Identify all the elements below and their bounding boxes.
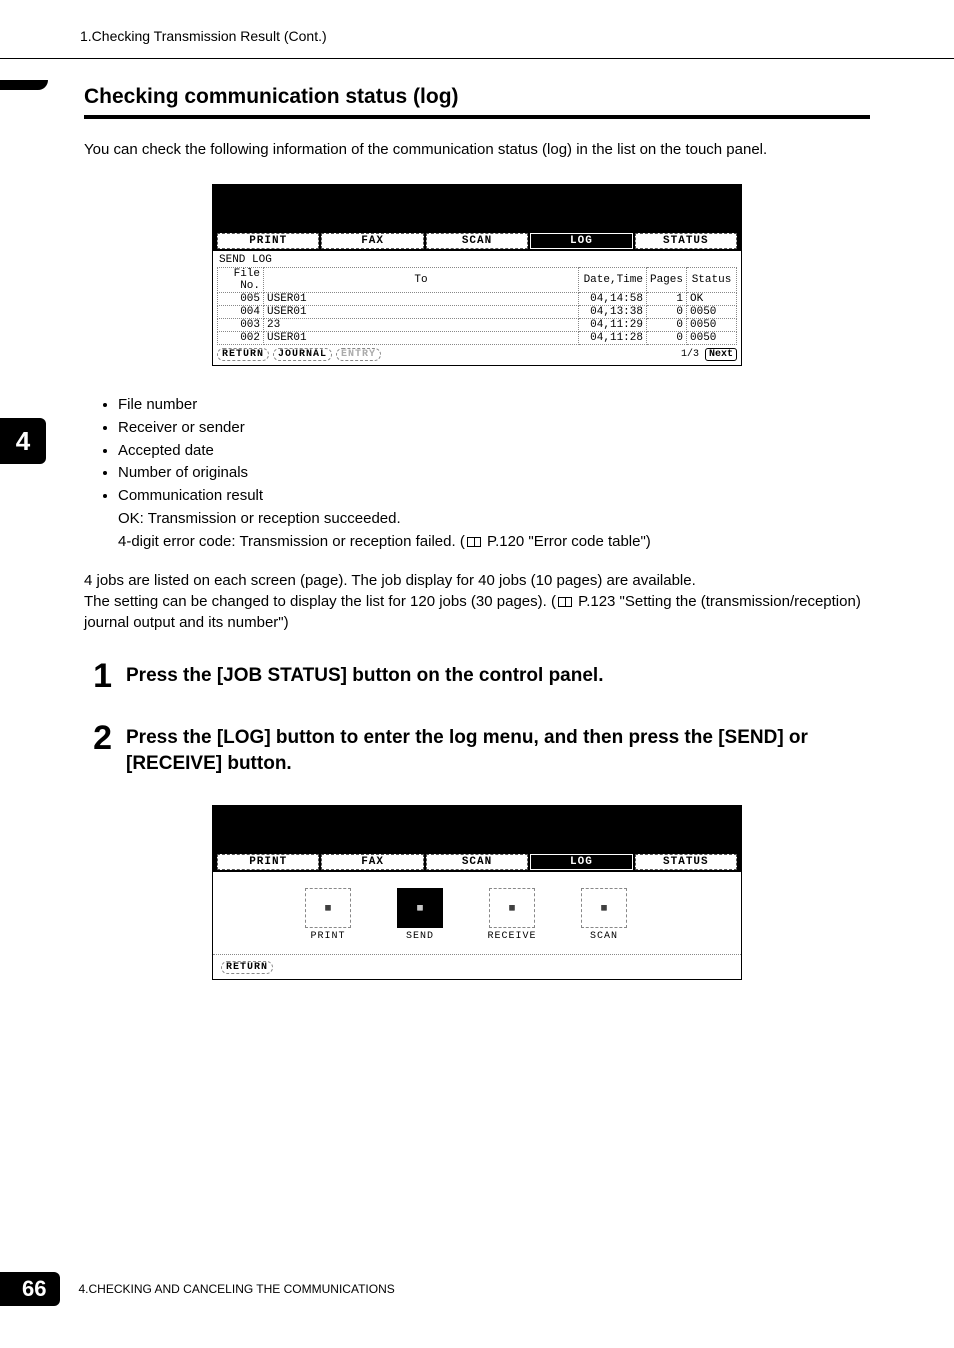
cell: 0	[646, 306, 686, 319]
cell: OK	[687, 293, 737, 306]
cell: 0050	[687, 306, 737, 319]
step-2: 2 Press the [LOG] button to enter the lo…	[84, 721, 870, 776]
tab-print[interactable]: PRINT	[217, 233, 319, 249]
list-item: Accepted date	[118, 440, 870, 462]
entry-button[interactable]: ENTRY	[336, 348, 381, 361]
column-header: Pages	[646, 268, 686, 293]
receive-icon: ▦	[489, 888, 535, 928]
table-row[interactable]: 005USER0104,14:581OK	[218, 293, 737, 306]
tab-print[interactable]: PRINT	[217, 854, 319, 870]
header-divider	[0, 58, 954, 59]
tab-fax[interactable]: FAX	[321, 233, 423, 249]
step-number: 1	[84, 659, 112, 693]
manual-reference-icon	[467, 537, 481, 547]
title-underline	[84, 115, 870, 119]
log-type-send[interactable]: ▦ SEND	[387, 888, 453, 942]
breadcrumb: 1.Checking Transmission Result (Cont.)	[0, 0, 954, 58]
cell: 005	[218, 293, 264, 306]
cell: USER01	[264, 306, 579, 319]
cell: 003	[218, 319, 264, 332]
log-type-receive[interactable]: ▦ RECEIVE	[479, 888, 545, 942]
icon-label: RECEIVE	[487, 931, 536, 942]
cell: 04,11:29	[578, 319, 646, 332]
cell: 004	[218, 306, 264, 319]
list-item: Number of originals	[118, 462, 870, 484]
cell: 23	[264, 319, 579, 332]
info-bullet-list: File number Receiver or sender Accepted …	[118, 394, 870, 552]
tab-scan[interactable]: SCAN	[426, 854, 528, 870]
list-item: File number	[118, 394, 870, 416]
step-text: Press the [JOB STATUS] button on the con…	[126, 659, 870, 693]
page-footer: 66 4.CHECKING AND CANCELING THE COMMUNIC…	[0, 1272, 395, 1306]
print-icon: ▦	[305, 888, 351, 928]
list-subtext: 4-digit error code: Transmission or rece…	[118, 531, 870, 553]
cell: 1	[646, 293, 686, 306]
manual-reference-icon	[558, 597, 572, 607]
tab-fax[interactable]: FAX	[321, 854, 423, 870]
page-number: 66	[0, 1272, 60, 1306]
cell: 0	[646, 332, 686, 345]
footer-chapter-label: 4.CHECKING AND CANCELING THE COMMUNICATI…	[78, 1282, 394, 1296]
cell: 0050	[687, 332, 737, 345]
icon-label: SCAN	[590, 931, 618, 942]
list-subtext: OK: Transmission or reception succeeded.	[118, 508, 870, 530]
column-header: Date,Time	[578, 268, 646, 293]
column-header: File No.	[218, 268, 264, 293]
cell: 04,11:28	[578, 332, 646, 345]
cell: 002	[218, 332, 264, 345]
cell: 0050	[687, 319, 737, 332]
cell: 04,13:38	[578, 306, 646, 319]
journal-button[interactable]: JOURNAL	[273, 348, 332, 361]
chapter-tab: 4	[0, 418, 46, 464]
send-icon: ▦	[397, 888, 443, 928]
section-title: Checking communication status (log)	[84, 85, 870, 109]
icon-label: SEND	[406, 931, 434, 942]
scan-icon: ▦	[581, 888, 627, 928]
tab-log[interactable]: LOG	[530, 854, 632, 870]
table-row[interactable]: 0032304,11:2900050	[218, 319, 737, 332]
send-log-table: File No.ToDate,TimePagesStatus 005USER01…	[217, 267, 737, 345]
table-row[interactable]: 004USER0104,13:3800050	[218, 306, 737, 319]
corner-decoration	[0, 80, 48, 90]
paragraph: 4 jobs are listed on each screen (page).…	[84, 570, 870, 633]
cell: USER01	[264, 332, 579, 345]
list-item: Receiver or sender	[118, 417, 870, 439]
table-row[interactable]: 002USER0104,11:2800050	[218, 332, 737, 345]
tab-status[interactable]: STATUS	[635, 854, 737, 870]
log-type-print[interactable]: ▦ PRINT	[295, 888, 361, 942]
tab-log[interactable]: LOG	[530, 233, 632, 249]
cell: USER01	[264, 293, 579, 306]
next-button[interactable]: Next	[705, 348, 737, 361]
log-type-scan[interactable]: ▦ SCAN	[571, 888, 637, 942]
column-header: To	[264, 268, 579, 293]
return-button[interactable]: RETURN	[221, 961, 273, 974]
return-button[interactable]: RETURN	[217, 348, 269, 361]
list-item: Communication result	[118, 485, 870, 507]
icon-label: PRINT	[310, 931, 345, 942]
tab-status[interactable]: STATUS	[635, 233, 737, 249]
cell: 0	[646, 319, 686, 332]
lcd1-subtitle: SEND LOG	[217, 253, 737, 267]
cell: 04,14:58	[578, 293, 646, 306]
page-indicator: 1/3	[681, 349, 699, 360]
step-text: Press the [LOG] button to enter the log …	[126, 721, 870, 776]
column-header: Status	[687, 268, 737, 293]
step-number: 2	[84, 721, 112, 776]
tab-scan[interactable]: SCAN	[426, 233, 528, 249]
intro-text: You can check the following information …	[84, 139, 870, 160]
touch-panel-screenshot-1: PRINTFAXSCANLOGSTATUS SEND LOG File No.T…	[212, 184, 742, 366]
touch-panel-screenshot-2: PRINTFAXSCANLOGSTATUS ▦PRINT▦SEND▦RECEIV…	[212, 805, 742, 980]
step-1: 1 Press the [JOB STATUS] button on the c…	[84, 659, 870, 693]
